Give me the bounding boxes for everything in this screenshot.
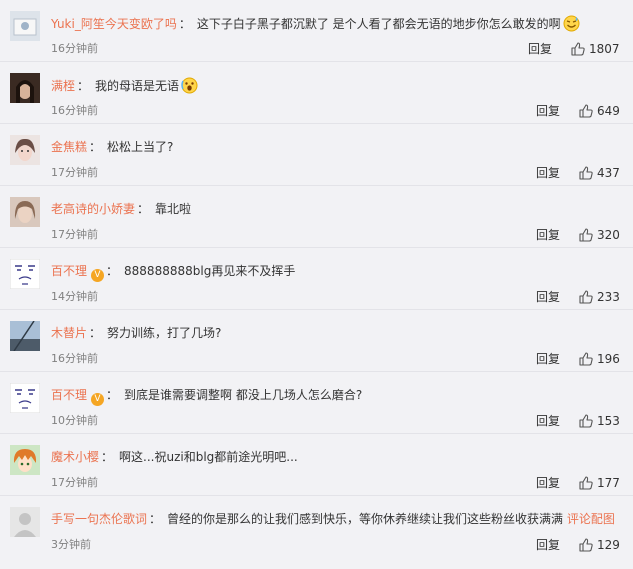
comment-time: 16分钟前	[51, 104, 98, 117]
comment-time: 17分钟前	[51, 228, 98, 241]
like-button[interactable]: 233	[579, 289, 620, 305]
like-button[interactable]: 129	[579, 537, 620, 553]
comment-text: 努力训练，打了几场?	[107, 326, 222, 340]
colon-separator: ：	[89, 140, 102, 154]
like-count: 1807	[589, 42, 620, 56]
scream-emoji	[181, 77, 198, 98]
like-button[interactable]: 320	[579, 227, 620, 243]
colon-separator: ：	[106, 388, 119, 402]
comment-username[interactable]: 手写一句杰伦歌词	[51, 512, 147, 526]
like-button[interactable]: 196	[579, 351, 620, 367]
comment-item: 老高诗的小娇妻： 靠北啦 17分钟前 回复 320	[0, 186, 633, 248]
comment-username[interactable]: 满桎	[51, 79, 75, 93]
thumbs-up-icon	[579, 414, 593, 428]
comment-username[interactable]: 百不理	[51, 388, 87, 402]
comment-username[interactable]: 老高诗的小娇妻	[51, 202, 135, 216]
comment-time: 17分钟前	[51, 166, 98, 179]
avatar[interactable]	[10, 445, 40, 475]
sweat-smile-emoji	[563, 15, 580, 36]
thumbs-up-icon	[579, 352, 593, 366]
comment-username[interactable]: 木替片	[51, 326, 87, 340]
thumbs-up-icon	[579, 228, 593, 242]
reply-button[interactable]: 回复	[536, 351, 560, 367]
comment-image-link[interactable]: 评论配图	[567, 512, 615, 526]
like-button[interactable]: 153	[579, 413, 620, 429]
reply-button[interactable]: 回复	[536, 165, 560, 181]
avatar[interactable]	[10, 11, 40, 41]
avatar[interactable]	[10, 197, 40, 227]
comment-item: 金焦糕： 松松上当了? 17分钟前 回复 437	[0, 124, 633, 186]
thumbs-up-icon	[579, 104, 593, 118]
comment-item: 魔术小樱： 啊这...祝uzi和blg都前途光明吧... 17分钟前 回复 177	[0, 434, 633, 496]
like-count: 129	[597, 538, 620, 552]
reply-button[interactable]: 回复	[536, 289, 560, 305]
reply-button[interactable]: 回复	[536, 227, 560, 243]
like-count: 320	[597, 228, 620, 242]
like-count: 196	[597, 352, 620, 366]
like-button[interactable]: 649	[579, 103, 620, 119]
colon-separator: ：	[101, 450, 114, 464]
reply-button[interactable]: 回复	[536, 537, 560, 553]
colon-separator: ：	[149, 512, 162, 526]
reply-button[interactable]: 回复	[536, 475, 560, 491]
avatar[interactable]	[10, 135, 40, 165]
comment-time: 16分钟前	[51, 352, 98, 365]
like-count: 153	[597, 414, 620, 428]
colon-separator: ：	[77, 79, 90, 93]
avatar[interactable]	[10, 383, 40, 413]
colon-separator: ：	[89, 326, 102, 340]
comment-item: 百不理 V： 888888888blg再见来不及挥手 14分钟前 回复 233	[0, 248, 633, 310]
comment-time: 16分钟前	[51, 42, 98, 55]
comment-text: 888888888blg再见来不及挥手	[124, 264, 296, 278]
comment-list: Yuki_阿笙今天变欧了吗：这下子白子黑子都沉默了 是个人看了都会无语的地步你怎…	[0, 0, 633, 569]
reply-button[interactable]: 回复	[528, 41, 552, 57]
like-button[interactable]: 177	[579, 475, 620, 491]
avatar[interactable]	[10, 321, 40, 351]
comment-username[interactable]: 金焦糕	[51, 140, 87, 154]
reply-button[interactable]: 回复	[536, 413, 560, 429]
comment-username[interactable]: Yuki_阿笙今天变欧了吗	[51, 17, 177, 31]
comment-time: 10分钟前	[51, 414, 98, 427]
comment-time: 17分钟前	[51, 476, 98, 489]
thumbs-up-icon	[579, 166, 593, 180]
comment-item: 百不理 V： 到底是谁需要调整啊 都没上几场人怎么磨合? 10分钟前 回复 153	[0, 372, 633, 434]
comment-text: 啊这...祝uzi和blg都前途光明吧...	[119, 450, 298, 464]
like-button[interactable]: 1807	[571, 41, 620, 57]
colon-separator: ：	[178, 17, 191, 31]
comment-item: 手写一句杰伦歌词： 曾经的你是那么的让我们感到快乐，等你休养继续让我们这些粉丝收获…	[0, 496, 633, 569]
like-button[interactable]: 437	[579, 165, 620, 181]
thumbs-up-icon	[571, 42, 585, 56]
verified-badge-icon: V	[91, 269, 105, 282]
reply-button[interactable]: 回复	[536, 103, 560, 119]
comment-text: 松松上当了?	[107, 140, 174, 154]
like-count: 233	[597, 290, 620, 304]
colon-separator: ：	[106, 264, 119, 278]
thumbs-up-icon	[579, 290, 593, 304]
comment-item: 满桎： 我的母语是无语 16分钟前 回复 649	[0, 62, 633, 124]
thumbs-up-icon	[579, 476, 593, 490]
comment-item: Yuki_阿笙今天变欧了吗： 这下子白子黑子都沉默了 是个人看了都会无语的地步你怎…	[0, 0, 633, 62]
comment-text: 曾经的你是那么的让我们感到快乐，等你休养继续让我们这些粉丝收获满满	[167, 512, 564, 526]
like-count: 437	[597, 166, 620, 180]
avatar[interactable]	[10, 259, 40, 289]
comment-text: 这下子白子黑子都沉默了 是个人看了都会无语的地步你怎么敢发的啊	[196, 17, 561, 31]
comment-item: 木替片： 努力训练，打了几场? 16分钟前 回复 196	[0, 310, 633, 372]
comment-time: 3分钟前	[51, 538, 91, 551]
comment-username[interactable]: 百不理	[51, 264, 87, 278]
like-count: 649	[597, 104, 620, 118]
comment-text: 到底是谁需要调整啊 都没上几场人怎么磨合?	[124, 388, 363, 402]
like-count: 177	[597, 476, 620, 490]
comment-text: 靠北啦	[155, 202, 192, 216]
colon-separator: ：	[137, 202, 150, 216]
comment-text: 我的母语是无语	[95, 79, 180, 93]
thumbs-up-icon	[579, 538, 593, 552]
avatar[interactable]	[10, 73, 40, 103]
verified-badge-icon: V	[91, 393, 105, 406]
comment-username[interactable]: 魔术小樱	[51, 450, 99, 464]
avatar[interactable]	[10, 507, 40, 537]
comment-time: 14分钟前	[51, 290, 98, 303]
